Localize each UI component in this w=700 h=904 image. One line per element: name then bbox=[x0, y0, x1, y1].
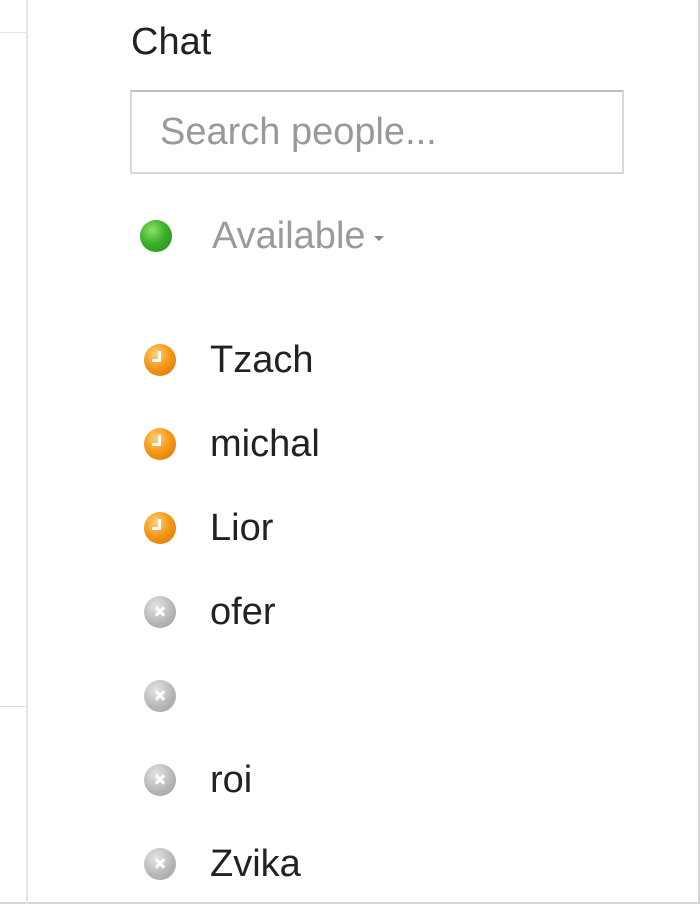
contact-list: Tzach michal Lior ofer roi Zvika bbox=[144, 318, 320, 904]
caret-down-icon[interactable] bbox=[373, 235, 384, 241]
contact-item[interactable]: roi bbox=[144, 738, 320, 822]
search-people-input[interactable] bbox=[132, 92, 622, 172]
contact-name[interactable]: ofer bbox=[210, 590, 275, 634]
status-available-icon bbox=[140, 220, 172, 252]
contact-item[interactable]: ofer bbox=[144, 570, 320, 654]
contact-name[interactable]: roi bbox=[210, 758, 252, 802]
idle-clock-icon bbox=[144, 512, 176, 544]
offline-x-icon bbox=[144, 764, 176, 796]
status-selector[interactable]: Available bbox=[140, 212, 384, 260]
contact-name[interactable]: Zvika bbox=[210, 842, 301, 886]
offline-x-icon bbox=[144, 596, 176, 628]
contact-item[interactable] bbox=[144, 654, 320, 738]
panel-divider bbox=[26, 0, 28, 904]
contact-name[interactable]: michal bbox=[210, 422, 320, 466]
chat-title: Chat bbox=[131, 21, 212, 63]
contact-item[interactable]: Zvika bbox=[144, 822, 320, 904]
offline-x-icon bbox=[144, 848, 176, 880]
contact-item[interactable]: Tzach bbox=[144, 318, 320, 402]
contact-item[interactable]: michal bbox=[144, 402, 320, 486]
left-pane-rule-bottom bbox=[0, 706, 26, 707]
contact-item[interactable]: Lior bbox=[144, 486, 320, 570]
chat-panel: Chat Available Tzach michal Lior ofer bbox=[0, 0, 700, 904]
search-people-box[interactable] bbox=[130, 90, 624, 174]
offline-x-icon bbox=[144, 680, 176, 712]
idle-clock-icon bbox=[144, 428, 176, 460]
contact-name[interactable]: Lior bbox=[210, 506, 273, 550]
idle-clock-icon bbox=[144, 344, 176, 376]
contact-name[interactable]: Tzach bbox=[210, 338, 313, 382]
status-label[interactable]: Available bbox=[212, 212, 366, 260]
left-pane-rule-top bbox=[0, 32, 26, 33]
